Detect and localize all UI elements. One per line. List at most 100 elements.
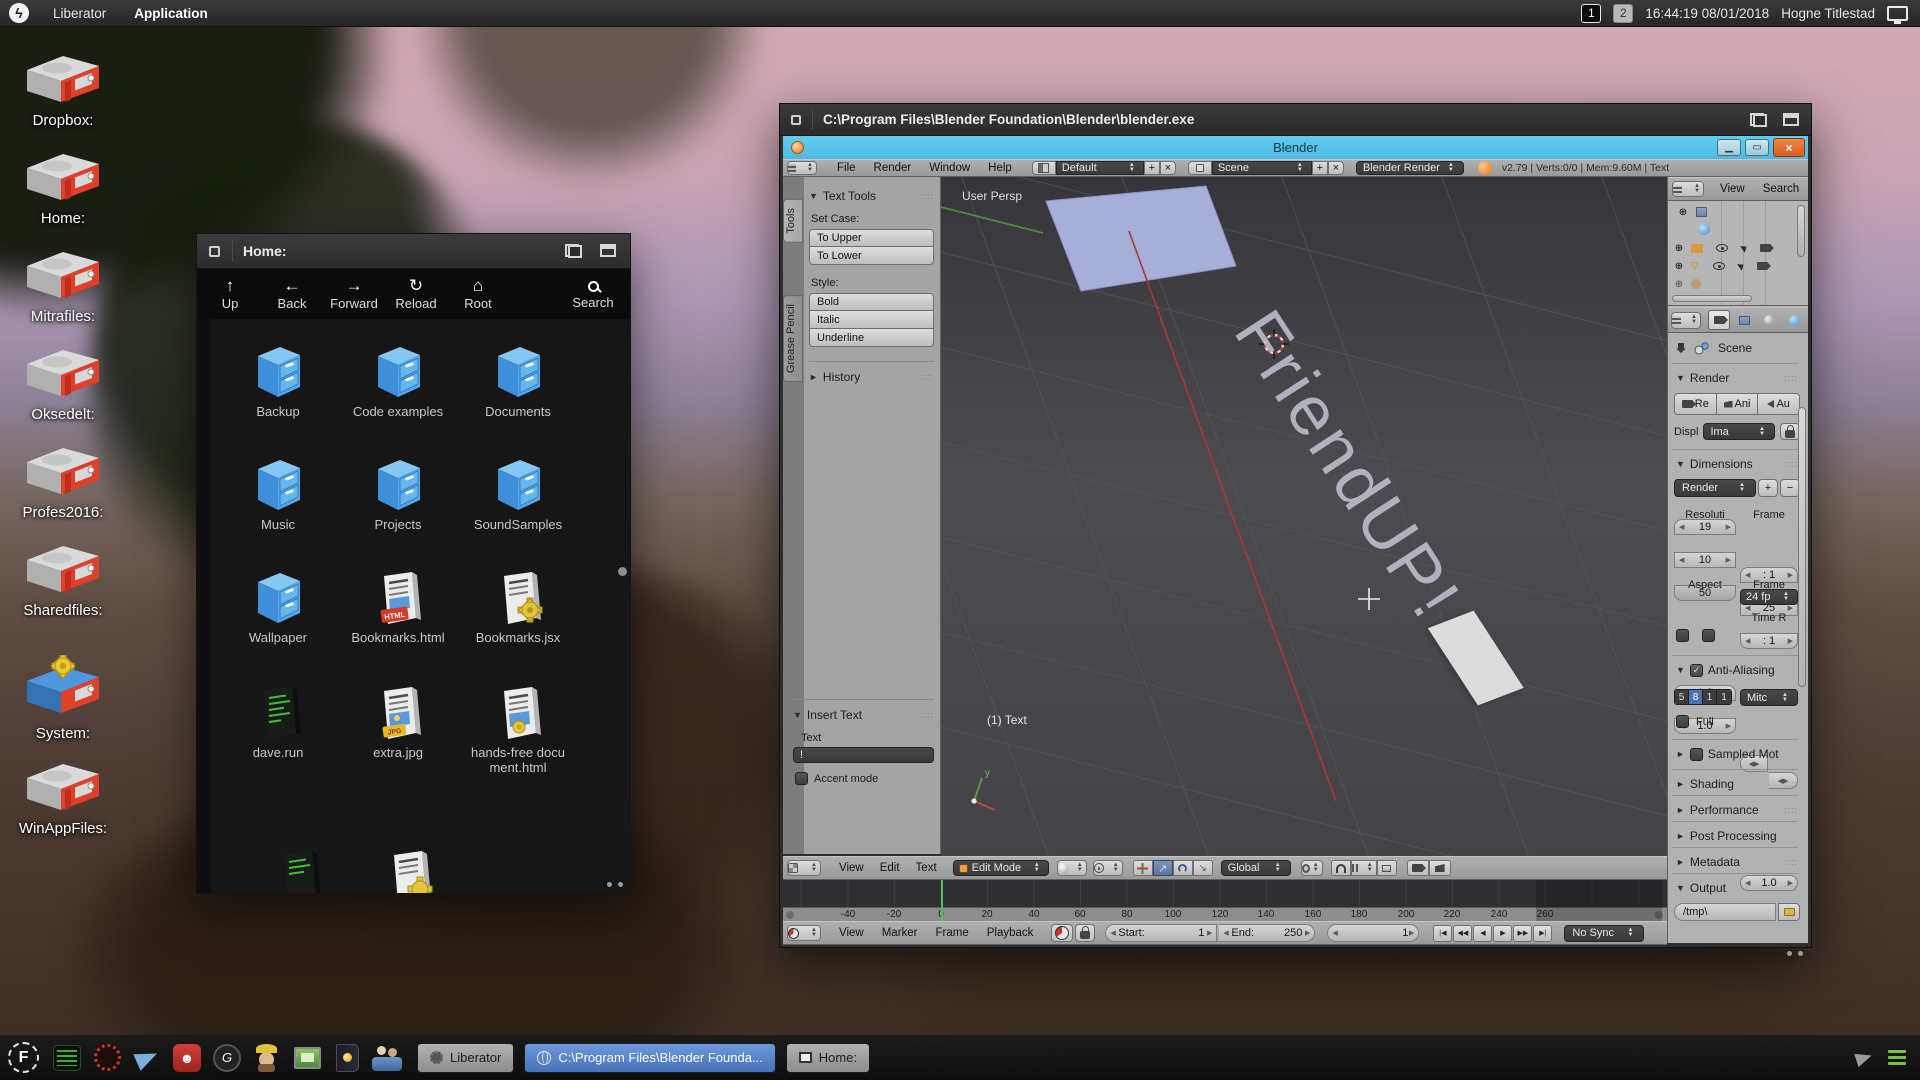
display-icon[interactable]	[1887, 6, 1908, 21]
friend-menu-icon[interactable]: F	[8, 1042, 39, 1073]
start-frame-field[interactable]: ◀Start:1▶	[1105, 924, 1217, 942]
add-scene-button[interactable]: +	[1312, 161, 1328, 175]
reload-button[interactable]: ↻Reload	[385, 277, 447, 311]
resolution-x-field[interactable]: ◀19▶	[1674, 519, 1736, 535]
forward-button[interactable]: →Forward	[323, 277, 385, 311]
end-frame-field[interactable]: ◀End:250▶	[1219, 924, 1315, 942]
scale-manipulator-button[interactable]: ↘	[1193, 860, 1213, 876]
expand-icon[interactable]: ⊕	[1672, 241, 1686, 255]
tab-grease-pencil[interactable]: Grease Pencil	[783, 295, 803, 382]
outliner-hscrollbar[interactable]	[1672, 295, 1752, 302]
menu-liberator[interactable]: Liberator	[39, 0, 120, 26]
editor-type-button[interactable]: ▲▼	[787, 161, 817, 175]
pivot-center-button[interactable]: ▲▼	[1093, 860, 1123, 876]
blender-window-titlebar[interactable]: C:\Program Files\Blender Foundation\Blen…	[780, 104, 1811, 136]
file-item[interactable]: dave.run	[226, 683, 330, 761]
underline-button[interactable]: Underline	[809, 329, 934, 347]
fps-select[interactable]: 24 fp▲▼	[1740, 589, 1798, 605]
renderability-icon[interactable]	[1760, 244, 1771, 252]
visibility-eye-icon[interactable]	[1716, 244, 1728, 252]
performance-panel-header[interactable]: ►Performance::::	[1676, 803, 1798, 817]
sampled-motion-panel-header[interactable]: ►Sampled Mot	[1676, 747, 1798, 761]
editor-type-button[interactable]: ▲▼	[1672, 181, 1704, 197]
desktop-icon-dropbox[interactable]: Dropbox:	[4, 50, 122, 129]
tab-tools[interactable]: Tools	[783, 199, 803, 243]
file-item[interactable]: SoundSamples	[466, 455, 570, 533]
blender-app-titlebar[interactable]: Blender ▁ ▭ ×	[783, 136, 1808, 159]
menu-window[interactable]: Window	[925, 162, 974, 174]
scene-select[interactable]: Scene▲▼	[1212, 161, 1312, 175]
dock-app-icon-plane[interactable]	[130, 1041, 164, 1075]
snap-target-button[interactable]	[1377, 860, 1397, 876]
editor-type-button[interactable]: ▲▼	[1671, 312, 1701, 329]
viewport-3d[interactable]: y User Persp (1) Text	[941, 177, 1669, 856]
output-panel-header[interactable]: ▼Output::::	[1676, 881, 1798, 895]
play-reverse-button[interactable]: ◀	[1473, 925, 1492, 942]
browse-folder-button[interactable]	[1778, 903, 1800, 921]
outliner-row-scene[interactable]: ⊕	[1676, 205, 1707, 219]
file-item[interactable]: HTML Bookmarks.html	[346, 568, 450, 646]
to-upper-button[interactable]: To Upper	[809, 229, 934, 247]
panel-expand-icon[interactable]: ▼	[809, 191, 818, 201]
dock-app-icon-people[interactable]	[370, 1041, 404, 1075]
history-panel-header[interactable]: ►History::::	[809, 361, 934, 384]
file-item[interactable]: Documents	[466, 342, 570, 420]
home-window-titlebar[interactable]: Home:	[197, 234, 630, 269]
properties-vscrollbar[interactable]	[1798, 407, 1806, 687]
sampled-motion-checkbox[interactable]	[1690, 748, 1703, 761]
manipulator-toggle-button[interactable]	[1133, 860, 1153, 876]
italic-button[interactable]: Italic	[809, 311, 934, 329]
visibility-eye-icon[interactable]	[1713, 262, 1725, 270]
task-liberator[interactable]: Liberator	[417, 1043, 514, 1073]
file-item[interactable]: Wallpaper	[226, 568, 330, 646]
mode-select[interactable]: Edit Mode▲▼	[953, 860, 1049, 876]
jump-start-button[interactable]: |◀	[1433, 925, 1452, 942]
aa-samples-8[interactable]: 8	[1689, 690, 1703, 704]
desktop-icon-system[interactable]: System:	[4, 655, 122, 742]
window-menu-icon[interactable]	[209, 246, 220, 257]
outliner-row-text-object[interactable]: ⊕∇	[1672, 259, 1768, 273]
anti-aliasing-checkbox[interactable]: ✓	[1690, 664, 1703, 677]
outliner-tree[interactable]: ⊕ ⊕ ⊕∇ ⊕	[1668, 201, 1808, 306]
snap-element-button[interactable]: ▲▼	[1351, 860, 1377, 876]
panel-expand-icon[interactable]: ▼	[793, 710, 802, 720]
aa-samples-5[interactable]: 5	[1675, 690, 1689, 704]
render-engine-select[interactable]: Blender Render▲▼	[1356, 161, 1464, 175]
file-item[interactable]: Bookmarks.jsx	[466, 568, 570, 646]
window-maximize-icon[interactable]	[1783, 113, 1799, 126]
terminal-app-icon[interactable]	[50, 1041, 84, 1075]
home-file-grid[interactable]: Backup Code examples Documents Music Pro…	[197, 319, 630, 893]
pin-icon[interactable]	[1676, 343, 1686, 353]
bold-button[interactable]: Bold	[809, 293, 934, 311]
selectability-icon[interactable]	[1740, 243, 1749, 252]
close-layout-button[interactable]: ×	[1160, 161, 1176, 175]
menu-file[interactable]: File	[833, 162, 860, 174]
search-button[interactable]: Search	[562, 279, 624, 310]
window-menu-icon[interactable]	[791, 115, 801, 125]
opengl-render-anim-button[interactable]	[1429, 860, 1451, 876]
accent-mode-checkbox[interactable]	[795, 772, 808, 785]
aa-samples-buttons[interactable]: 5 8 1 1	[1674, 689, 1732, 705]
outliner-vscrollbar[interactable]	[1797, 205, 1805, 257]
anti-aliasing-panel-header[interactable]: ▼✓Anti-Aliasing	[1676, 663, 1798, 677]
output-path-field[interactable]: /tmp\	[1674, 903, 1776, 921]
friend-logo-icon[interactable]: ϟ	[9, 3, 29, 23]
menu-view[interactable]: View	[835, 927, 868, 939]
menu-frame[interactable]: Frame	[932, 927, 973, 939]
close-scene-button[interactable]: ×	[1328, 161, 1344, 175]
translate-manipulator-button[interactable]: ↗	[1153, 860, 1173, 876]
dimensions-panel-header[interactable]: ▼Dimensions::::	[1676, 457, 1798, 471]
aa-samples-11[interactable]: 1	[1703, 690, 1717, 704]
screen-layout-select[interactable]: Default▲▼	[1056, 161, 1144, 175]
outliner-view-menu[interactable]: View	[1716, 183, 1749, 195]
full-sample-checkbox[interactable]	[1676, 715, 1689, 728]
aa-filter-select[interactable]: Mitc▲▼	[1740, 689, 1798, 706]
frame-step-field[interactable]: ◀: 1▶	[1740, 633, 1798, 649]
lock-interface-button[interactable]	[1780, 423, 1800, 440]
opengl-render-button[interactable]	[1407, 860, 1429, 876]
expand-icon[interactable]: ⊕	[1676, 205, 1690, 219]
back-button[interactable]: ←Back	[261, 277, 323, 311]
file-item[interactable]: Music	[226, 455, 330, 533]
dock-app-icon-red-disc[interactable]	[90, 1041, 124, 1075]
border-checkbox[interactable]	[1676, 629, 1689, 642]
